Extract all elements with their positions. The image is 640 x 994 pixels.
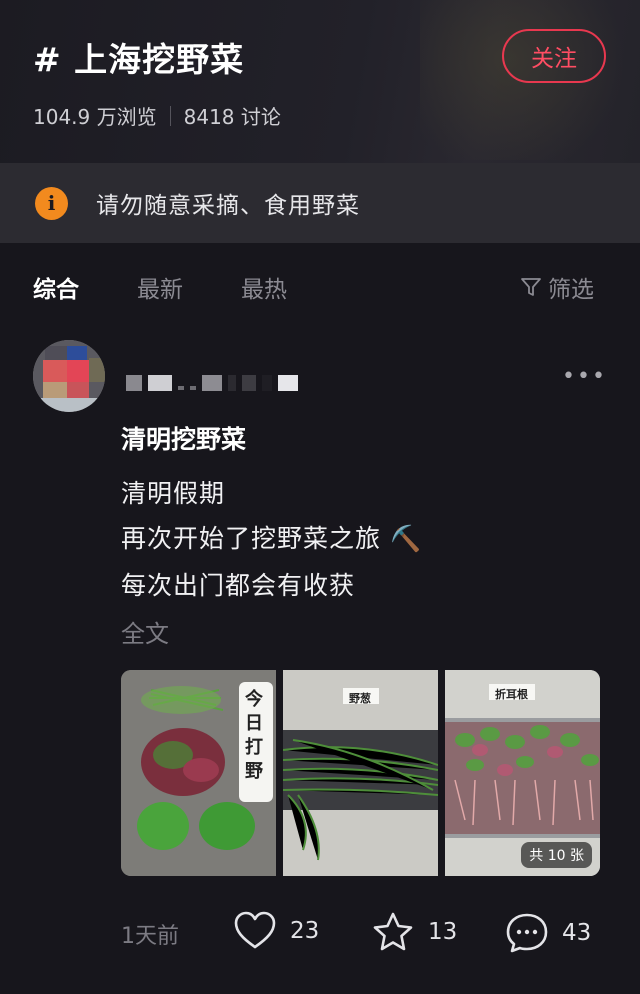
notice-text: 请勿随意采摘、食用野菜 xyxy=(96,193,360,219)
image-2-overlay-text: 野葱 xyxy=(349,692,371,705)
more-options-icon[interactable]: ••• xyxy=(562,364,607,389)
heart-icon xyxy=(234,911,276,949)
follow-button[interactable]: 关注 xyxy=(502,29,606,83)
tab-latest[interactable]: 最新 xyxy=(137,270,183,304)
username-blurred[interactable] xyxy=(126,373,304,393)
notice-banner: i 请勿随意采摘、食用野菜 xyxy=(0,163,640,243)
filter-label: 筛选 xyxy=(548,277,594,303)
post-line-2: 再次开始了挖野菜之旅 ⛏️ xyxy=(121,519,422,555)
image-grid: 今日打野 野葱 折耳根 共 10 张 xyxy=(121,670,600,876)
post-footer: 1天前 23 13 43 xyxy=(0,905,640,957)
favorite-count: 13 xyxy=(428,919,458,945)
post-line-1: 清明假期 xyxy=(121,479,226,508)
tab-hottest[interactable]: 最热 xyxy=(241,270,287,304)
filter-button[interactable]: 筛选 xyxy=(520,270,594,304)
post-image-1[interactable]: 今日打野 xyxy=(121,670,276,876)
tab-general[interactable]: 综合 xyxy=(33,270,79,304)
post-image-2[interactable]: 野葱 xyxy=(283,670,438,876)
views-count: 104.9 万浏览 xyxy=(33,105,157,129)
star-icon xyxy=(373,912,413,951)
info-icon: i xyxy=(35,186,68,220)
full-text-link[interactable]: 全文 xyxy=(121,614,169,649)
pickaxe-icon: ⛏️ xyxy=(389,524,423,553)
stats-divider xyxy=(169,105,171,126)
image-count-badge: 共 10 张 xyxy=(521,842,592,868)
sort-tabs: 综合 最新 最热 筛选 xyxy=(0,270,640,312)
post-line-3: 每次出门都会有收获 xyxy=(121,571,356,600)
filter-icon xyxy=(521,278,541,296)
like-button[interactable]: 23 xyxy=(232,911,319,951)
post-time: 1天前 xyxy=(121,924,179,949)
comment-button[interactable]: 43 xyxy=(504,911,591,955)
comment-count: 43 xyxy=(562,920,592,946)
discussion-count: 8418 讨论 xyxy=(183,105,281,129)
topic-title: # 上海挖野菜 xyxy=(33,40,245,79)
topic-stats: 104.9 万浏览 8418 讨论 xyxy=(33,101,281,130)
post-title: 清明挖野菜 xyxy=(121,425,247,454)
post-line-2-text: 再次开始了挖野菜之旅 xyxy=(121,524,382,553)
post-image-3[interactable]: 折耳根 共 10 张 xyxy=(445,670,600,876)
comment-icon xyxy=(506,913,548,953)
avatar[interactable] xyxy=(33,340,105,412)
topic-header: # 上海挖野菜 关注 104.9 万浏览 8418 讨论 xyxy=(0,0,640,163)
image-3-overlay-text: 折耳根 xyxy=(495,688,528,701)
favorite-button[interactable]: 13 xyxy=(370,911,457,953)
like-count: 23 xyxy=(290,918,320,944)
image-1-overlay-text: 今日打野 xyxy=(245,689,263,782)
